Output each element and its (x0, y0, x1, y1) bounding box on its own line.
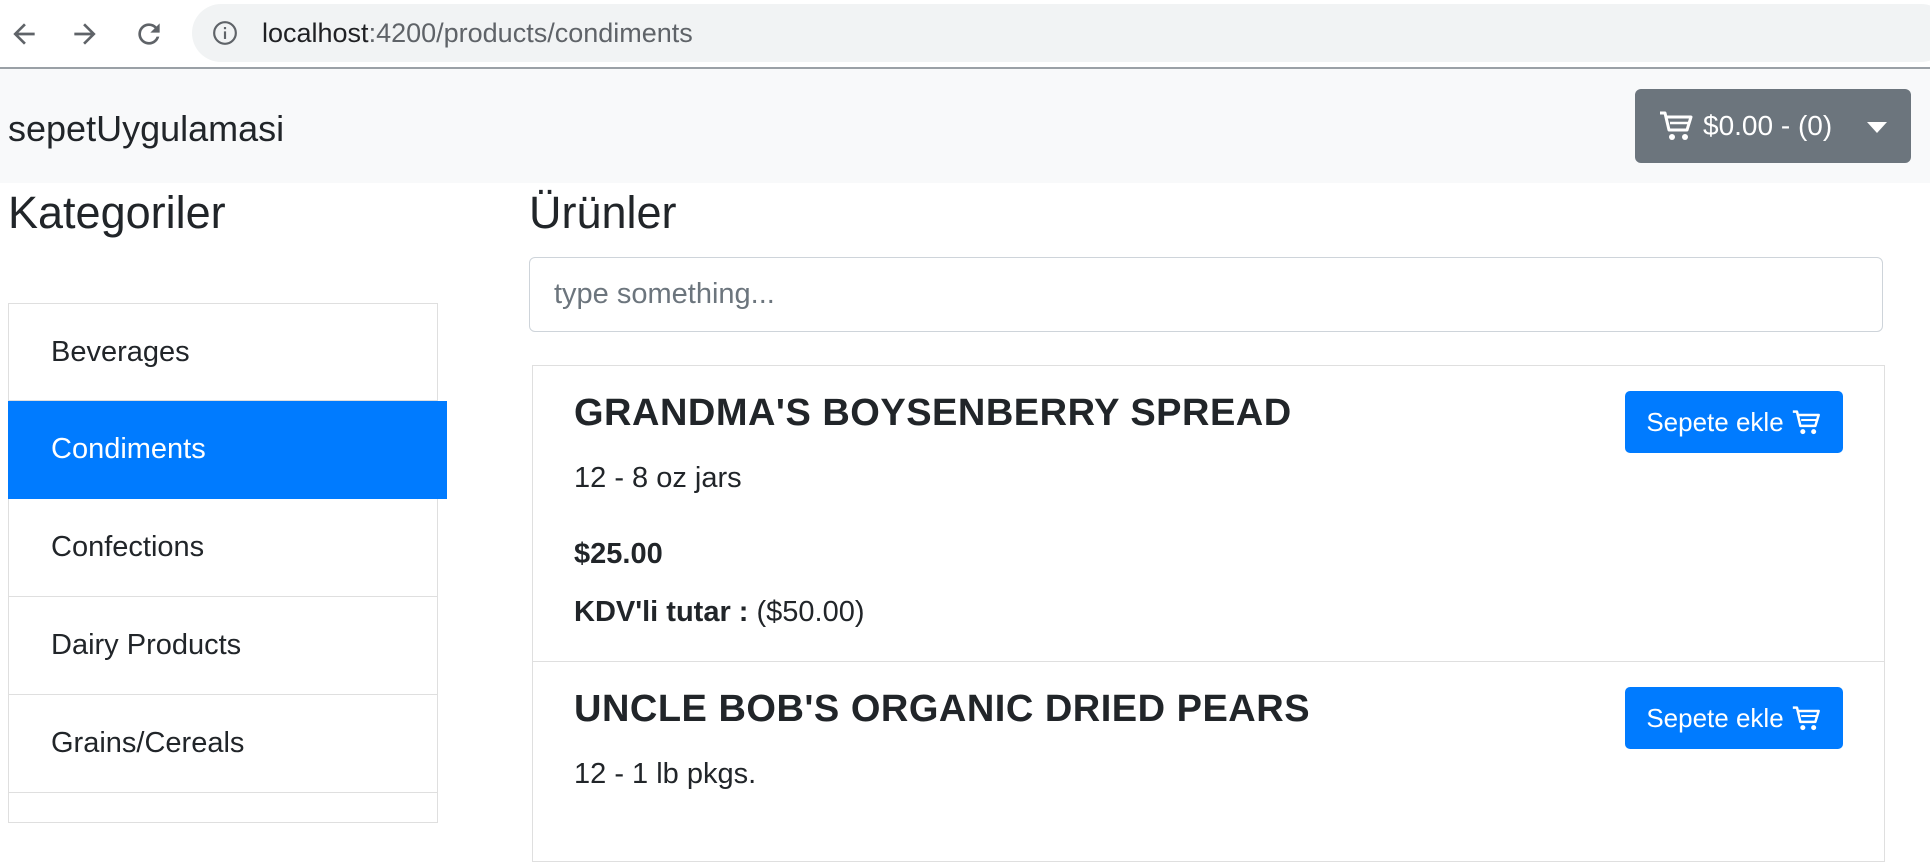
product-quantity: 12 - 1 lb pkgs. (574, 758, 757, 790)
chevron-down-icon (1867, 122, 1887, 133)
kdv-label: KDV'li tutar : (574, 596, 749, 628)
product-name: UNCLE BOB'S ORGANIC DRIED PEARS (574, 688, 1311, 730)
products-heading: Ürünler (529, 187, 677, 238)
address-bar[interactable]: localhost:4200/products/condiments (192, 4, 1930, 62)
cart-icon (1792, 409, 1822, 436)
app-navbar: sepetUygulamasi $0.00 - (0) (0, 69, 1930, 183)
categories-heading: Kategoriler (8, 187, 226, 238)
forward-button[interactable] (61, 10, 109, 58)
back-button[interactable] (0, 10, 48, 58)
search-input[interactable] (529, 257, 1883, 332)
product-kdv-price: KDV'li tutar : ($50.00) (574, 596, 865, 629)
category-item-grains-cereals[interactable]: Grains/Cereals (8, 695, 438, 793)
add-to-cart-label: Sepete ekle (1646, 406, 1784, 437)
category-item-dairy-products[interactable]: Dairy Products (8, 597, 438, 695)
product-card: UNCLE BOB'S ORGANIC DRIED PEARS 12 - 1 l… (532, 662, 1885, 862)
product-card: GRANDMA'S BOYSENBERRY SPREAD 12 - 8 oz j… (532, 365, 1885, 662)
add-to-cart-label: Sepete ekle (1646, 702, 1784, 733)
product-name: GRANDMA'S BOYSENBERRY SPREAD (574, 392, 1292, 434)
browser-toolbar: localhost:4200/products/condiments (0, 0, 1930, 69)
url-host: localhost (262, 18, 369, 48)
cart-summary: $0.00 - (0) (1703, 110, 1833, 141)
brand-title[interactable]: sepetUygulamasi (8, 69, 284, 189)
category-item-beverages[interactable]: Beverages (8, 303, 438, 401)
info-icon[interactable] (212, 20, 238, 51)
add-to-cart-button[interactable]: Sepete ekle (1625, 391, 1843, 453)
cart-icon (1659, 110, 1695, 142)
url-path: :4200/products/condiments (368, 18, 693, 48)
reload-button[interactable] (125, 10, 173, 58)
category-item-partial[interactable] (8, 793, 438, 823)
cart-dropdown-button[interactable]: $0.00 - (0) (1635, 89, 1911, 163)
forward-arrow-icon (69, 18, 101, 50)
url-text: localhost:4200/products/condiments (262, 4, 693, 62)
product-price: $25.00 (574, 538, 663, 570)
add-to-cart-button[interactable]: Sepete ekle (1625, 687, 1843, 749)
back-arrow-icon (8, 18, 40, 50)
product-list: GRANDMA'S BOYSENBERRY SPREAD 12 - 8 oz j… (532, 365, 1885, 862)
category-list: Beverages Condiments Confections Dairy P… (8, 303, 447, 823)
cart-icon (1792, 705, 1822, 732)
reload-icon (133, 18, 165, 50)
category-item-condiments[interactable]: Condiments (8, 401, 447, 499)
product-quantity: 12 - 8 oz jars (574, 462, 742, 494)
category-item-confections[interactable]: Confections (8, 499, 438, 597)
kdv-value: ($50.00) (756, 596, 865, 628)
